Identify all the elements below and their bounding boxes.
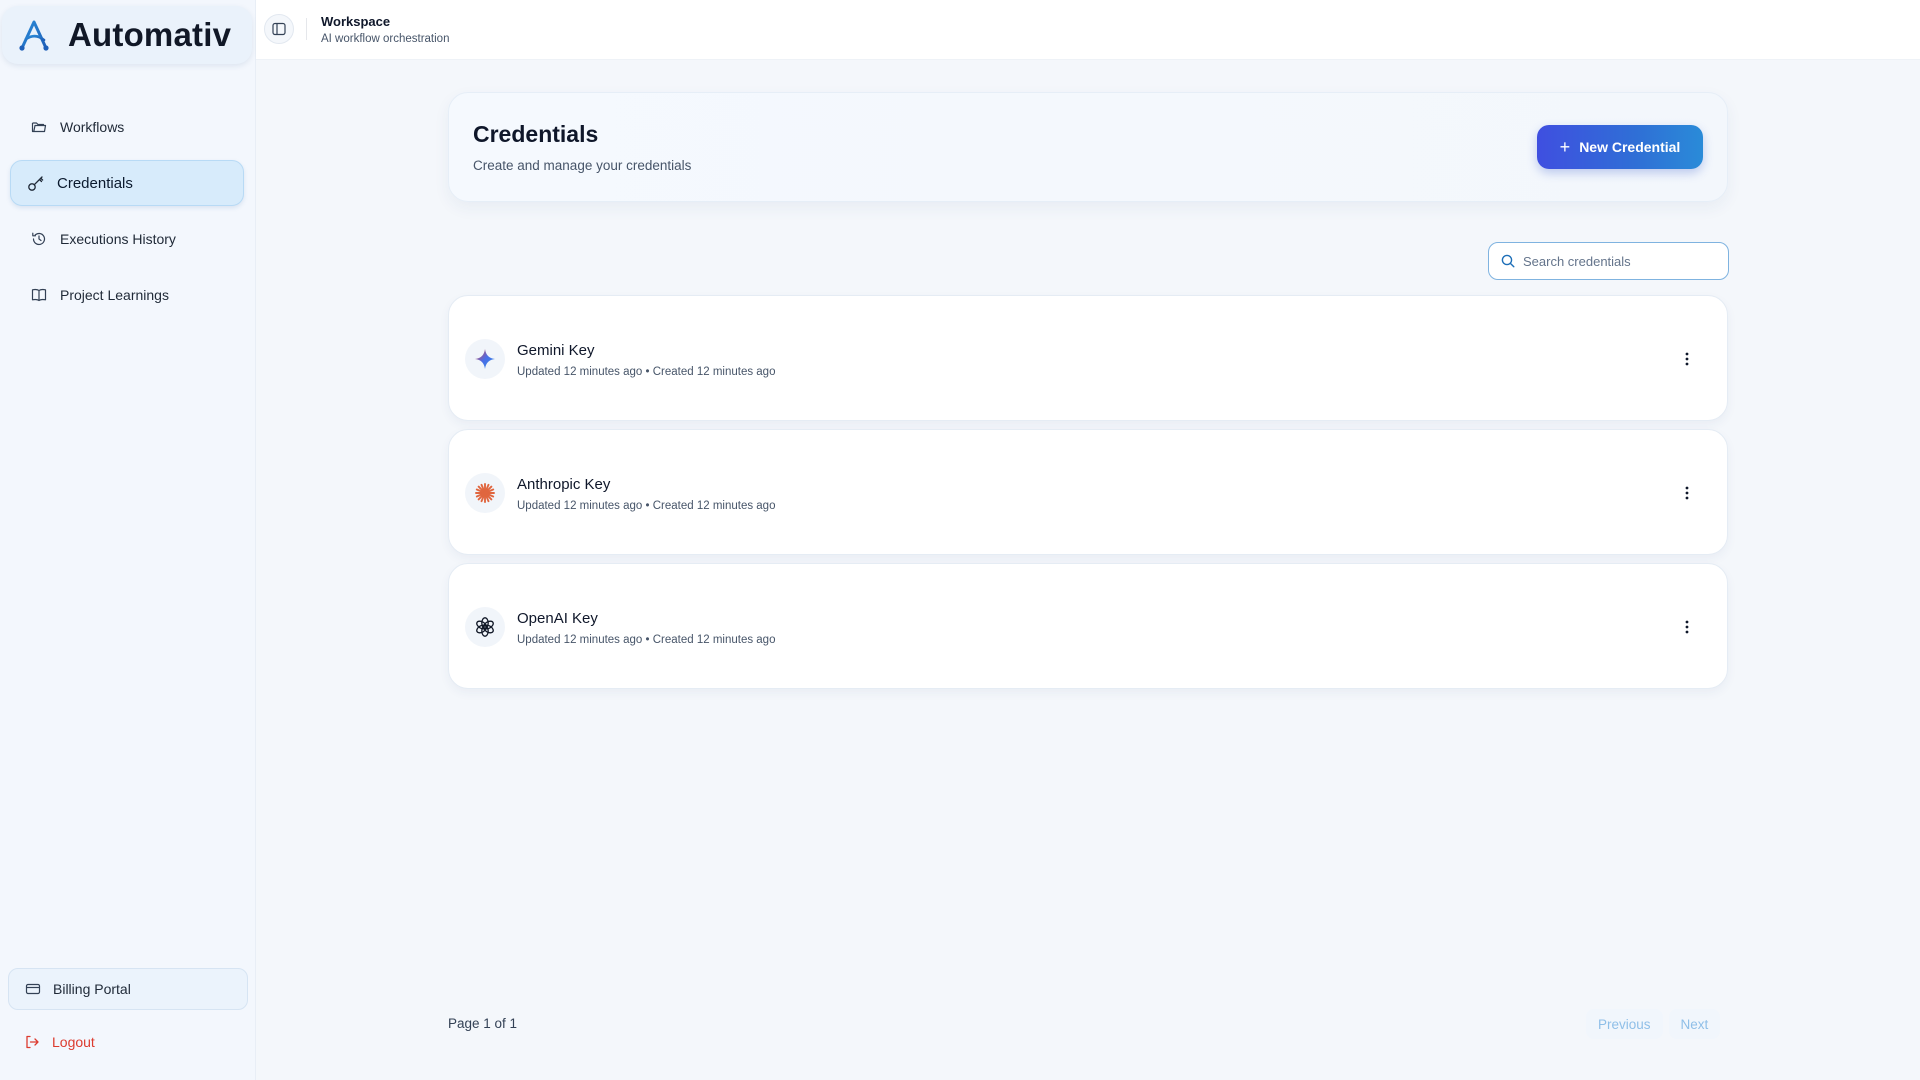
credential-card-anthropic[interactable]: Anthropic Key Updated 12 minutes ago • C… xyxy=(448,429,1728,555)
sidebar-item-credentials[interactable]: Credentials xyxy=(10,160,244,206)
folder-icon xyxy=(30,118,48,136)
search-input[interactable] xyxy=(1523,253,1713,269)
credentials-list: Gemini Key Updated 12 minutes ago • Crea… xyxy=(448,295,1728,697)
kebab-menu-icon xyxy=(1685,486,1689,500)
credential-meta: Updated 12 minutes ago • Created 12 minu… xyxy=(517,500,776,512)
pagination-controls: Previous Next xyxy=(1586,1009,1721,1039)
brand-name: Automativ xyxy=(68,16,232,53)
sidebar-item-executions-history[interactable]: Executions History xyxy=(10,216,244,262)
sidebar-item-label: Executions History xyxy=(60,231,176,247)
history-icon xyxy=(30,230,48,248)
openai-icon xyxy=(465,607,505,647)
book-icon xyxy=(30,286,48,304)
workspace-title: Workspace xyxy=(321,14,391,29)
page-title: Credentials xyxy=(473,121,599,147)
kebab-menu-icon xyxy=(1685,352,1689,366)
billing-portal-label: Billing Portal xyxy=(53,981,131,997)
sidebar-item-label: Credentials xyxy=(57,174,133,192)
anthropic-icon xyxy=(465,473,505,513)
next-page-button[interactable]: Next xyxy=(1668,1009,1721,1039)
topbar-divider xyxy=(306,18,307,40)
sidebar-item-label: Workflows xyxy=(60,119,125,135)
more-options-button[interactable] xyxy=(1675,481,1699,505)
gemini-icon xyxy=(465,339,505,379)
credential-meta: Updated 12 minutes ago • Created 12 minu… xyxy=(517,366,776,378)
page-header-card: Credentials Create and manage your crede… xyxy=(448,92,1728,202)
kebab-menu-icon xyxy=(1685,620,1689,634)
sidebar-toggle-icon xyxy=(272,22,286,36)
sidebar-item-project-learnings[interactable]: Project Learnings xyxy=(10,272,244,318)
sidebar-nav: Workflows Credentials Executions History… xyxy=(10,104,244,328)
sidebar-item-label: Project Learnings xyxy=(60,287,169,303)
credential-name: Gemini Key xyxy=(517,342,595,359)
logout-label: Logout xyxy=(52,1034,95,1050)
credential-card-gemini[interactable]: Gemini Key Updated 12 minutes ago • Crea… xyxy=(448,295,1728,421)
credential-name: Anthropic Key xyxy=(517,476,611,493)
new-credential-label: New Credential xyxy=(1579,139,1681,155)
billing-portal-button[interactable]: Billing Portal xyxy=(8,968,248,1010)
credential-meta: Updated 12 minutes ago • Created 12 minu… xyxy=(517,634,776,646)
pagination-info: Page 1 of 1 xyxy=(448,1016,518,1031)
credential-name: OpenAI Key xyxy=(517,610,598,627)
more-options-button[interactable] xyxy=(1675,347,1699,371)
sidebar-item-workflows[interactable]: Workflows xyxy=(10,104,244,150)
previous-page-button[interactable]: Previous xyxy=(1586,1009,1663,1039)
search-icon xyxy=(1501,254,1515,268)
sidebar: Automativ Workflows Credentials Executio… xyxy=(0,0,256,1080)
credential-card-openai[interactable]: OpenAI Key Updated 12 minutes ago • Crea… xyxy=(448,563,1728,689)
page-subtitle: Create and manage your credentials xyxy=(473,158,692,173)
logout-icon xyxy=(24,1034,40,1050)
brand[interactable]: Automativ xyxy=(2,6,252,64)
search-box xyxy=(1488,242,1729,280)
logout-button[interactable]: Logout xyxy=(8,1024,248,1060)
topbar: Workspace AI workflow orchestration xyxy=(256,0,1920,60)
more-options-button[interactable] xyxy=(1675,615,1699,639)
key-icon xyxy=(27,174,45,192)
new-credential-button[interactable]: + New Credential xyxy=(1537,125,1703,169)
sidebar-footer: Billing Portal Logout xyxy=(8,968,248,1060)
automativ-logo-icon xyxy=(16,17,52,53)
plus-icon: + xyxy=(1559,137,1571,157)
credit-card-icon xyxy=(25,981,41,997)
workspace-subtitle: AI workflow orchestration xyxy=(321,33,450,45)
sidebar-toggle-button[interactable] xyxy=(264,14,294,44)
